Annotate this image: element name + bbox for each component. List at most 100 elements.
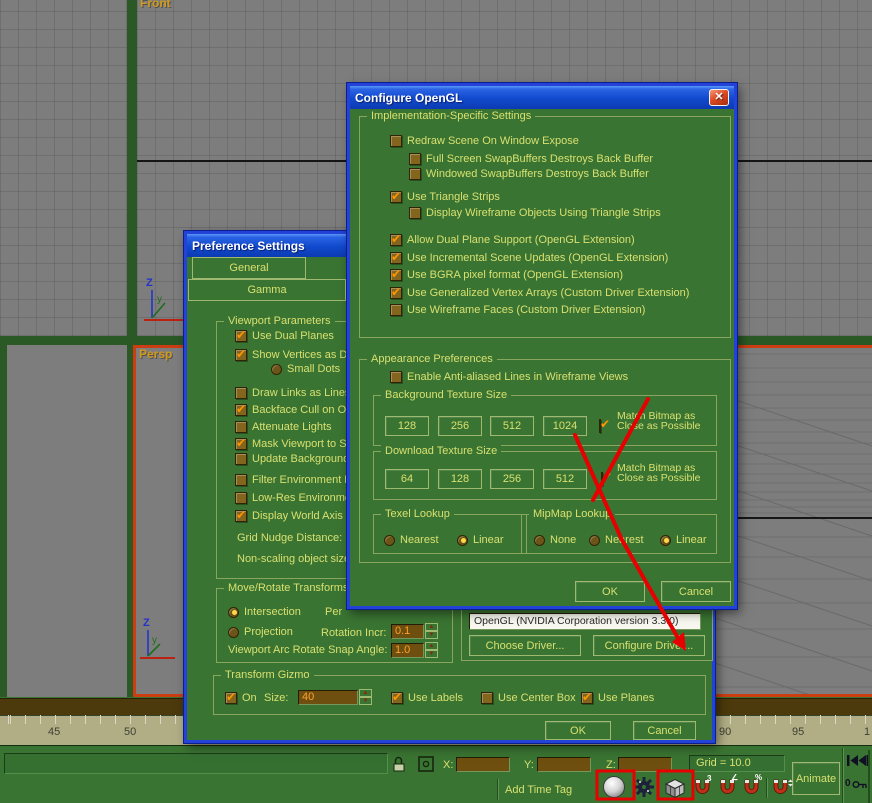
checkbox-mask-viewport[interactable]: Mask Viewport to S <box>235 437 347 451</box>
checkbox[interactable] <box>391 692 403 704</box>
ok-button[interactable]: OK <box>575 581 645 602</box>
bg-texture-256-button[interactable]: 256 <box>438 416 482 436</box>
radio-mipmap-nearest[interactable]: Nearest <box>589 533 644 547</box>
close-icon[interactable]: ✕ <box>709 89 729 106</box>
checkbox-allow-dual-plane[interactable]: Allow Dual Plane Support (OpenGL Extensi… <box>390 233 635 247</box>
checkbox-dl-match-bitmap[interactable] <box>601 472 603 486</box>
tab-general[interactable]: General <box>192 257 306 279</box>
bg-texture-512-button[interactable]: 512 <box>490 416 534 436</box>
x-coordinate-field[interactable] <box>456 757 510 772</box>
checkbox-gizmo-on[interactable]: On <box>225 691 257 705</box>
left-top-viewport[interactable] <box>0 0 127 336</box>
checkbox[interactable] <box>235 453 247 465</box>
checkbox[interactable] <box>390 234 402 246</box>
selection-lock-icon[interactable] <box>392 755 406 773</box>
checkbox[interactable] <box>235 438 247 450</box>
checkbox-use-center-box[interactable]: Use Center Box <box>481 691 576 705</box>
radio[interactable] <box>384 535 395 546</box>
cancel-button[interactable]: Cancel <box>661 581 731 602</box>
z-coordinate-field[interactable] <box>618 757 672 772</box>
checkbox[interactable] <box>390 287 402 299</box>
checkbox[interactable] <box>235 387 247 399</box>
checkbox[interactable] <box>481 692 493 704</box>
dl-texture-256-button[interactable]: 256 <box>490 469 534 489</box>
spinner-up-icon[interactable]: ▲ <box>425 642 438 650</box>
checkbox-use-triangle-strips[interactable]: Use Triangle Strips <box>390 190 500 204</box>
choose-driver-button[interactable]: Choose Driver... <box>469 635 581 656</box>
checkbox[interactable] <box>235 421 247 433</box>
animate-button[interactable]: Animate <box>792 762 840 795</box>
checkbox[interactable] <box>390 304 402 316</box>
spinner-down-icon[interactable]: ▼ <box>359 697 372 705</box>
checkbox[interactable] <box>235 474 247 486</box>
cube-icon[interactable] <box>662 776 689 799</box>
checkbox-bgra-pixel-format[interactable]: Use BGRA pixel format (OpenGL Extension) <box>390 268 623 282</box>
radio-small-dots[interactable]: Small Dots <box>271 362 340 376</box>
go-to-start-icon[interactable] <box>846 753 870 768</box>
checkbox[interactable] <box>235 404 247 416</box>
bg-texture-1024-button[interactable]: 1024 <box>543 416 587 436</box>
spinner-down-icon[interactable]: ▼ <box>425 650 438 658</box>
checkbox[interactable] <box>235 492 247 504</box>
radio-mipmap-none[interactable]: None <box>534 533 576 547</box>
radio-texel-linear[interactable]: Linear <box>457 533 504 547</box>
checkbox-fullscreen-swapbuffers[interactable]: Full Screen SwapBuffers Destroys Back Bu… <box>409 152 653 166</box>
checkbox[interactable] <box>409 153 421 165</box>
dl-texture-64-button[interactable]: 64 <box>385 469 429 489</box>
gizmo-size-spinner[interactable]: ▲▼ <box>359 689 372 705</box>
spinner-up-icon[interactable]: ▲ <box>425 623 438 631</box>
add-time-tag-button[interactable]: Add Time Tag <box>505 784 572 796</box>
radio[interactable] <box>589 535 600 546</box>
radio[interactable] <box>660 535 671 546</box>
spinner-snap-icon[interactable] <box>772 778 794 797</box>
gear-icon[interactable] <box>633 776 655 798</box>
configure-driver-button[interactable]: Configure Driver... <box>593 635 705 656</box>
set-key-icon[interactable] <box>852 779 868 790</box>
checkbox-filter-environment[interactable]: Filter Environment B <box>235 473 352 487</box>
arc-rotate-snap-field[interactable]: 1.0 <box>391 643 424 658</box>
spinner-up-icon[interactable]: ▲ <box>359 689 372 697</box>
radio[interactable] <box>534 535 545 546</box>
checkbox-update-background[interactable]: Update Background <box>235 452 349 466</box>
radio[interactable] <box>228 627 239 638</box>
radio-projection[interactable]: Projection <box>228 625 293 639</box>
checkbox-wireframe-faces[interactable]: Use Wireframe Faces (Custom Driver Exten… <box>390 303 645 317</box>
sphere-icon[interactable] <box>601 775 627 799</box>
checkbox-use-planes[interactable]: Use Planes <box>581 691 654 705</box>
checkbox-attenuate-lights[interactable]: Attenuate Lights <box>235 420 332 434</box>
checkbox-low-res-environment[interactable]: Low-Res Environme <box>235 491 351 505</box>
checkbox-generalized-vertex-arrays[interactable]: Use Generalized Vertex Arrays (Custom Dr… <box>390 286 689 300</box>
radio-texel-nearest[interactable]: Nearest <box>384 533 439 547</box>
selection-set-icon[interactable] <box>417 755 435 773</box>
checkbox-bg-match-bitmap[interactable] <box>599 419 601 433</box>
checkbox[interactable] <box>581 692 593 704</box>
viewport-divider-vertical[interactable] <box>127 0 137 336</box>
checkbox-use-labels[interactable]: Use Labels <box>391 691 463 705</box>
dl-texture-128-button[interactable]: 128 <box>438 469 482 489</box>
bg-texture-128-button[interactable]: 128 <box>385 416 429 436</box>
rotation-incr-field[interactable]: 0.1 <box>391 624 424 639</box>
checkbox[interactable] <box>390 371 402 383</box>
checkbox-show-vertices-as-dots[interactable]: Show Vertices as D <box>235 348 347 362</box>
checkbox-windowed-swapbuffers[interactable]: Windowed SwapBuffers Destroys Back Buffe… <box>409 167 649 181</box>
checkbox[interactable] <box>390 252 402 264</box>
checkbox[interactable] <box>409 168 421 180</box>
rotation-incr-spinner[interactable]: ▲▼ <box>425 623 438 639</box>
checkbox[interactable] <box>409 207 421 219</box>
ok-button[interactable]: OK <box>545 721 611 740</box>
checkbox[interactable] <box>235 330 247 342</box>
cancel-button[interactable]: Cancel <box>633 721 696 740</box>
radio-intersection[interactable]: Intersection <box>228 605 301 619</box>
checkbox[interactable] <box>225 692 237 704</box>
checkbox[interactable] <box>390 135 402 147</box>
checkbox-use-dual-planes[interactable]: Use Dual Planes <box>235 329 334 343</box>
checkbox-incremental-updates[interactable]: Use Incremental Scene Updates (OpenGL Ex… <box>390 251 668 265</box>
checkbox-redraw-scene[interactable]: Redraw Scene On Window Expose <box>390 134 579 148</box>
checkbox[interactable] <box>390 269 402 281</box>
radio-mipmap-linear[interactable]: Linear <box>660 533 707 547</box>
tab-gamma[interactable]: Gamma <box>188 279 346 301</box>
radio[interactable] <box>228 607 239 618</box>
spinner-down-icon[interactable]: ▼ <box>425 631 438 639</box>
checkbox-backface-cull[interactable]: Backface Cull on O <box>235 403 346 417</box>
checkbox[interactable] <box>390 191 402 203</box>
